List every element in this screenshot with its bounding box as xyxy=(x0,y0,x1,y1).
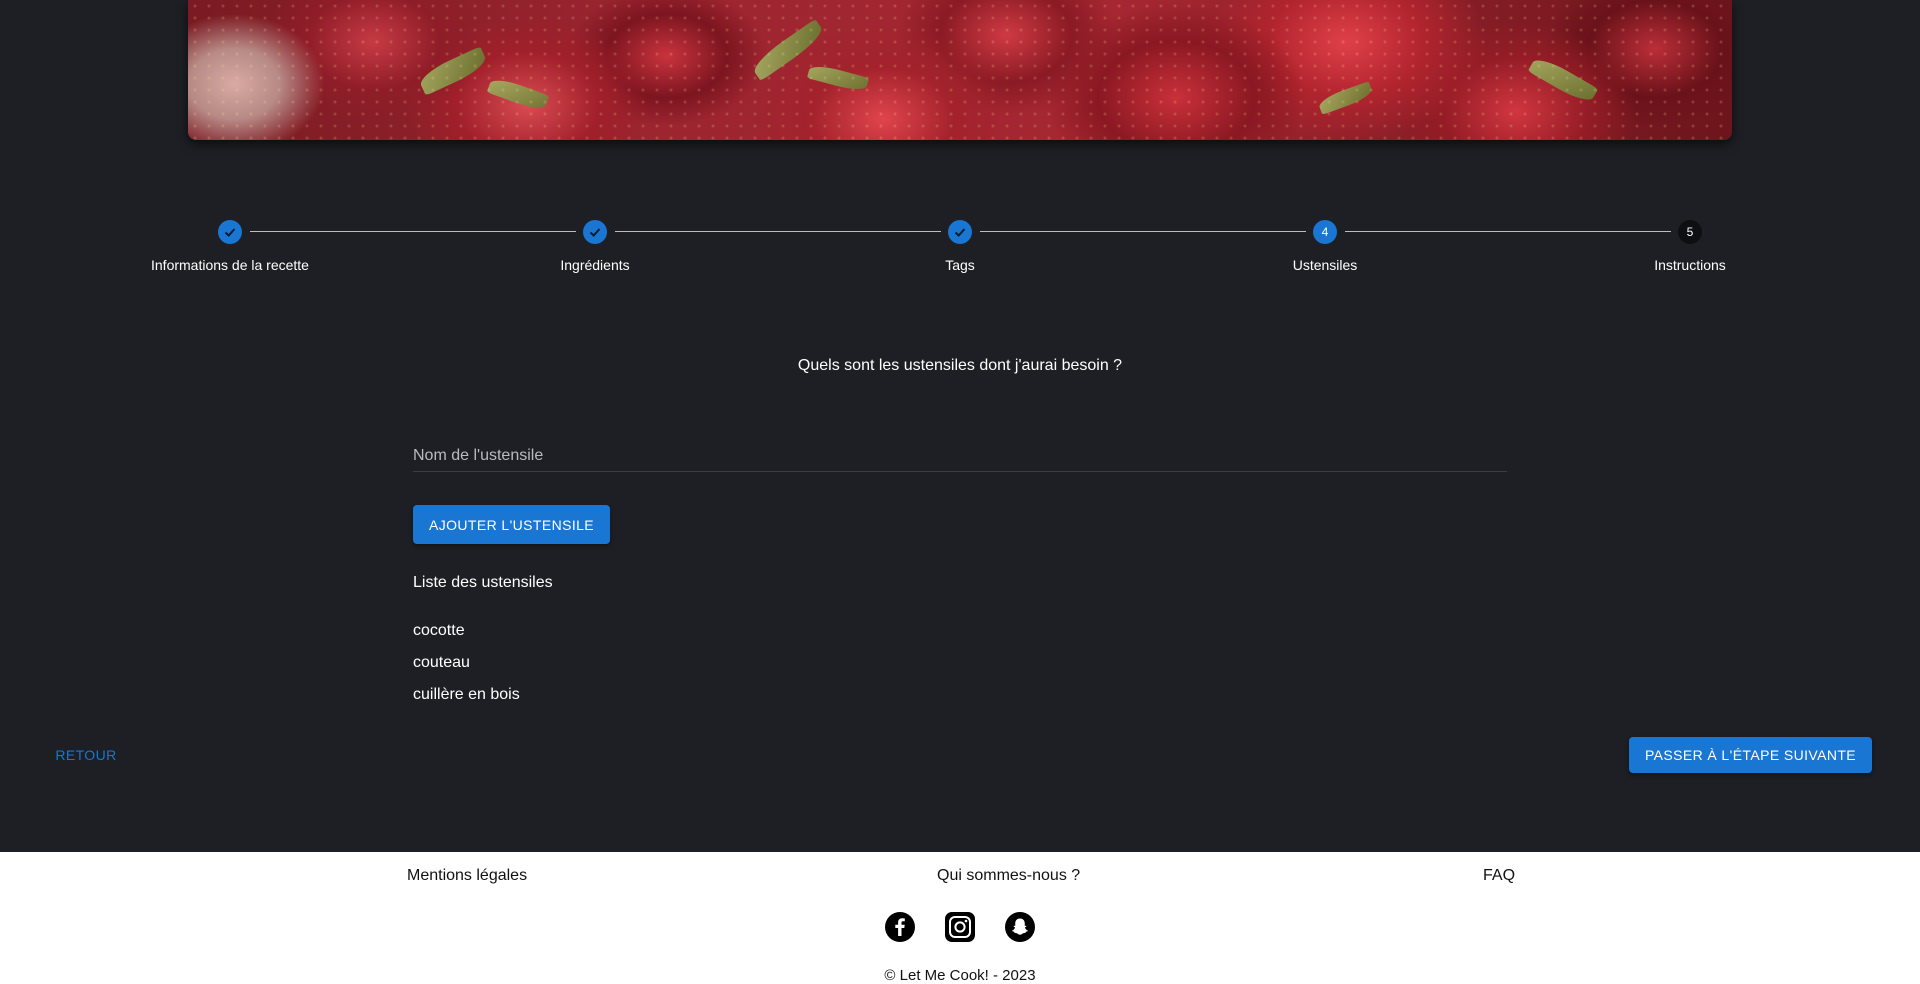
check-icon xyxy=(218,220,242,244)
footer: Mentions légales Qui sommes-nous ? FAQ ©… xyxy=(0,852,1920,984)
instagram-icon[interactable] xyxy=(945,912,975,942)
list-item: cuillère en bois xyxy=(413,686,520,703)
step-instructions[interactable]: 5 Instructions xyxy=(1580,218,1800,273)
check-icon xyxy=(583,220,607,244)
snapchat-icon[interactable] xyxy=(1005,912,1035,942)
recipe-stepper: Informations de la recette Ingrédients T… xyxy=(0,218,1920,288)
utensil-name-field xyxy=(413,440,1507,472)
footer-link-faq[interactable]: FAQ xyxy=(1483,867,1515,885)
footer-link-about[interactable]: Qui sommes-nous ? xyxy=(937,867,1080,885)
step-utensils[interactable]: 4 Ustensiles xyxy=(1215,218,1435,273)
step-label: Ingrédients xyxy=(560,257,630,273)
page: Informations de la recette Ingrédients T… xyxy=(0,0,1920,984)
next-step-button[interactable]: Passer à l'étape suivante xyxy=(1629,737,1872,773)
step-tags[interactable]: Tags xyxy=(850,218,1070,273)
facebook-icon[interactable] xyxy=(885,912,915,942)
add-utensil-button[interactable]: Ajouter l'ustensile xyxy=(413,505,610,544)
step-label: Ustensiles xyxy=(1292,257,1358,273)
list-item: cocotte xyxy=(413,622,465,639)
list-item: couteau xyxy=(413,654,470,671)
copyright: © Let Me Cook! - 2023 xyxy=(884,967,1036,984)
step-label: Informations de la recette xyxy=(151,257,309,273)
social-links xyxy=(0,912,1920,942)
utensil-list-title: Liste des ustensiles xyxy=(413,574,553,591)
step-number: 5 xyxy=(1678,220,1702,244)
hero-image-strawberries xyxy=(188,0,1732,140)
step-recipe-info[interactable]: Informations de la recette xyxy=(120,218,340,273)
utensil-name-input[interactable] xyxy=(413,440,1507,471)
back-button[interactable]: Retour xyxy=(40,737,132,773)
step-question: Quels sont les ustensiles dont j'aurai b… xyxy=(797,357,1123,374)
step-label: Instructions xyxy=(1654,257,1726,273)
utensil-list: cocotte couteau cuillère en bois xyxy=(413,622,520,718)
step-label: Tags xyxy=(945,257,975,273)
step-number: 4 xyxy=(1313,220,1337,244)
check-icon xyxy=(948,220,972,244)
step-ingredients[interactable]: Ingrédients xyxy=(485,218,705,273)
footer-link-legal[interactable]: Mentions légales xyxy=(407,867,527,885)
